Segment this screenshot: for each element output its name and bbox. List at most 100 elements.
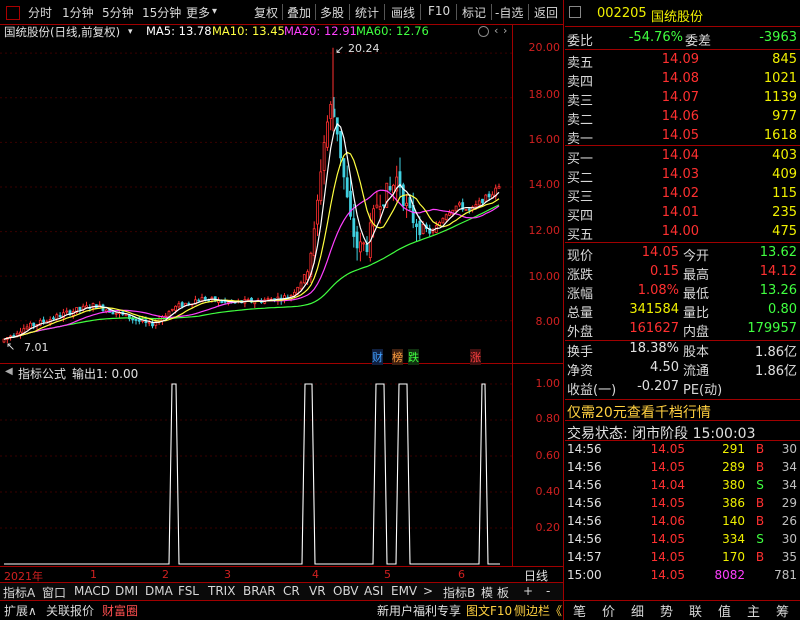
tick-price: 14.05 [650, 568, 685, 582]
ask-row[interactable]: 卖五 14.09 845 [565, 52, 800, 71]
menu-overlay[interactable]: 叠加 [287, 4, 311, 21]
menu-remove-watchlist[interactable]: -自选 [495, 4, 523, 21]
ma-selector-icon[interactable]: ▾ [128, 27, 133, 37]
tab-indicator-b[interactable]: 指标B [443, 584, 475, 601]
tick-price: 14.05 [650, 550, 685, 564]
menu-back[interactable]: 返回 [534, 4, 558, 21]
stat-row: 涨幅 1.08% 最低 13.26 [565, 283, 800, 302]
tick-side: B [755, 550, 765, 564]
quote-tab[interactable]: 价 [602, 601, 615, 620]
ask-row[interactable]: 卖二 14.06 977 [565, 109, 800, 128]
quote-tab[interactable]: 联 [689, 601, 702, 620]
tab-scroll-right[interactable]: > [423, 584, 433, 598]
menu-15min[interactable]: 15分钟 [142, 4, 181, 21]
stat-row: 涨跌 0.15 最高 14.12 [565, 264, 800, 283]
settings-icon[interactable] [478, 26, 489, 37]
bid-label: 买一 [567, 152, 594, 167]
tab-window[interactable]: 窗口 [42, 584, 66, 601]
quote-tab[interactable]: 笔 [573, 601, 586, 620]
quote-tab[interactable]: 主 [747, 601, 760, 620]
limit-down-marker[interactable]: 跌 [408, 349, 419, 365]
bid-row[interactable]: 买二 14.03 409 [565, 167, 800, 186]
menu-more[interactable]: 更多 [186, 4, 210, 21]
expand-button[interactable]: 扩展∧ [4, 602, 37, 619]
tab-dmi[interactable]: DMI [115, 584, 138, 598]
tick-row: 14:56 14.04 380 S 34 [565, 478, 800, 496]
stat-label: 流通 [683, 364, 710, 379]
menu-mark[interactable]: 标记 [462, 4, 486, 21]
new-user-promo-link[interactable]: 新用户福利专享 [377, 602, 461, 619]
tab-obv[interactable]: OBV [333, 584, 359, 598]
promo-link[interactable]: 仅需20元查看千档行情 [567, 402, 711, 422]
indicator-chart[interactable] [0, 364, 512, 566]
tab-trix[interactable]: TRIX [208, 584, 235, 598]
tab-cr[interactable]: CR [283, 584, 300, 598]
tick-count: 34 [781, 460, 797, 474]
menu-1min[interactable]: 1分钟 [62, 4, 94, 21]
zoom-in-button[interactable]: + [523, 584, 533, 598]
limit-up-marker[interactable]: 涨 [470, 349, 481, 365]
order-ratio-label: 委比 [567, 34, 594, 49]
menu-multi-stock[interactable]: 多股 [320, 4, 344, 21]
finance-marker[interactable]: 财 [372, 349, 383, 365]
tab-indicator-a[interactable]: 指标A [3, 584, 35, 601]
y-axis-label: 10.00 [528, 270, 561, 283]
divider [565, 399, 800, 400]
month-label: 1 [90, 568, 97, 581]
tab-asi[interactable]: ASI [364, 584, 383, 598]
menu-restore-rights[interactable]: 复权 [254, 4, 278, 21]
sidebar-toggle[interactable]: 侧边栏《 [514, 602, 562, 619]
tab-emv[interactable]: EMV [391, 584, 417, 598]
panel-toggle-icon[interactable] [569, 6, 581, 18]
ranking-marker[interactable]: 榜 [392, 349, 403, 365]
zoom-out-button[interactable]: - [546, 584, 550, 598]
bid-row[interactable]: 买四 14.01 235 [565, 205, 800, 224]
stat-label: 总量 [567, 306, 594, 321]
ask-row[interactable]: 卖四 14.08 1021 [565, 71, 800, 90]
ask-label: 卖二 [567, 113, 594, 128]
related-quotes-tab[interactable]: 关联报价 [46, 602, 94, 619]
stat-label: 收益(一) [567, 383, 617, 398]
menu-statistics[interactable]: 统计 [355, 4, 379, 21]
bid-row[interactable]: 买三 14.02 115 [565, 186, 800, 205]
candlestick-chart[interactable] [0, 38, 512, 360]
tab-macd[interactable]: MACD [74, 584, 110, 598]
tab-fsl[interactable]: FSL [178, 584, 199, 598]
period-label[interactable]: 日线 [524, 567, 548, 584]
ask-label: 卖三 [567, 94, 594, 109]
wealth-circle-tab[interactable]: 财富圈 [102, 602, 138, 619]
menu-f10[interactable]: F10 [428, 4, 450, 18]
tick-count: 781 [774, 568, 797, 582]
tab-dma[interactable]: DMA [145, 584, 173, 598]
bid-price: 14.04 [661, 148, 699, 163]
tick-row: 14:56 14.05 386 B 29 [565, 496, 800, 514]
tab-board[interactable]: 板 [497, 584, 509, 601]
chevron-down-icon[interactable]: ▾ [212, 6, 217, 17]
tick-count: 30 [781, 442, 797, 456]
tab-brar[interactable]: BRAR [243, 584, 276, 598]
menu-draw-line[interactable]: 画线 [391, 4, 415, 21]
graphic-f10-link[interactable]: 图文F10 [466, 602, 512, 619]
quote-tab[interactable]: 筹 [776, 601, 789, 620]
menu-5min[interactable]: 5分钟 [102, 4, 134, 21]
stat-value: 13.62 [759, 245, 797, 260]
divider [565, 49, 800, 50]
stat-label: 现价 [567, 249, 594, 264]
quote-tab[interactable]: 势 [660, 601, 673, 620]
divider [565, 242, 800, 243]
quote-tab[interactable]: 细 [631, 601, 644, 620]
bid-row[interactable]: 买五 14.00 475 [565, 224, 800, 243]
chevron-left-icon[interactable]: ‹ [494, 24, 498, 37]
bid-row[interactable]: 买一 14.04 403 [565, 148, 800, 167]
chevron-right-icon[interactable]: › [503, 24, 507, 37]
ask-row[interactable]: 卖三 14.07 1139 [565, 90, 800, 109]
quote-tab[interactable]: 值 [718, 601, 731, 620]
stock-code: 002205 [597, 6, 647, 21]
menu-intraday[interactable]: 分时 [28, 4, 52, 21]
tick-side: B [755, 442, 765, 456]
divider [384, 4, 385, 20]
tab-template[interactable]: 模 [481, 584, 493, 601]
window-icon[interactable] [6, 6, 20, 20]
stat-label: 最低 [683, 287, 710, 302]
tab-vr[interactable]: VR [309, 584, 326, 598]
